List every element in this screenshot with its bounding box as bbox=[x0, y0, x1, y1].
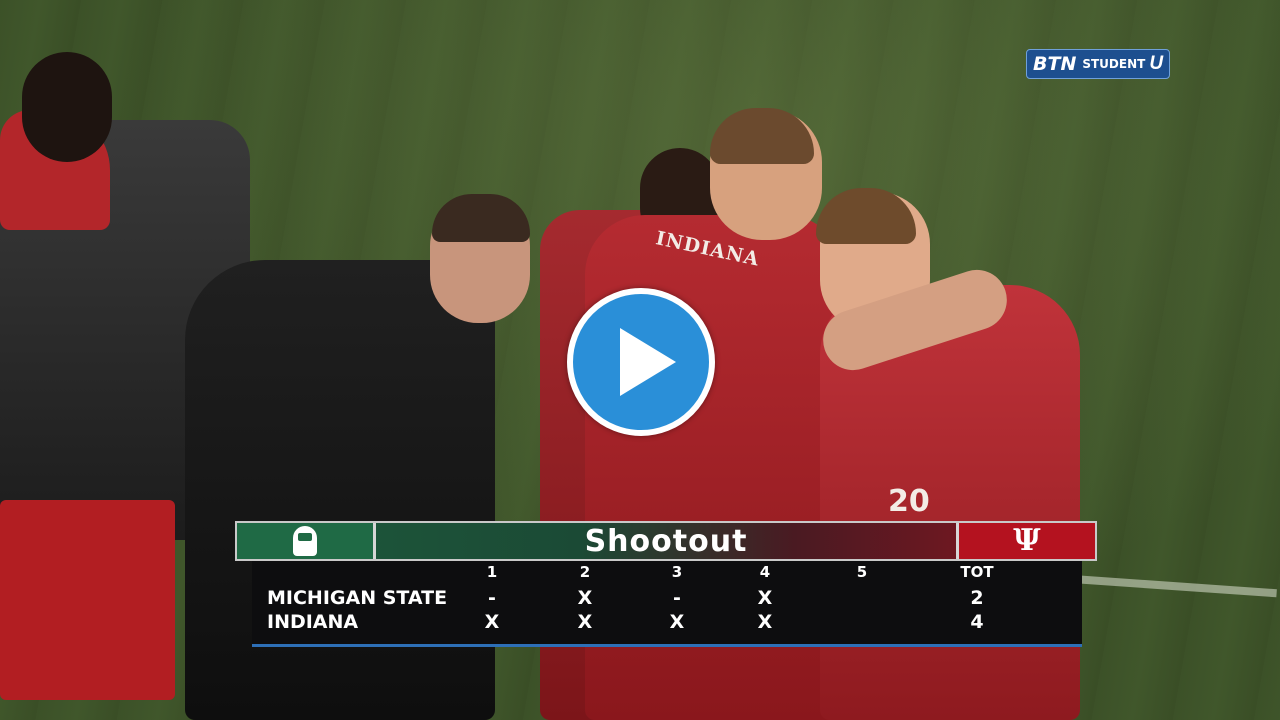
player-center-hair bbox=[710, 108, 814, 164]
btn-student-u-logo: BTN STUDENT U bbox=[1026, 49, 1171, 79]
kick-result: - bbox=[673, 587, 681, 609]
total-score: 4 bbox=[970, 611, 984, 633]
column-header: 4 bbox=[759, 563, 771, 581]
coach-left-shorts bbox=[0, 500, 175, 700]
total-score: 2 bbox=[970, 587, 984, 609]
column-header: 3 bbox=[671, 563, 683, 581]
kick-result: X bbox=[669, 611, 685, 633]
iu-trident-icon: Ψ bbox=[1013, 523, 1041, 558]
column-header-total: TOT bbox=[960, 563, 994, 581]
kick-result: X bbox=[757, 587, 773, 609]
column-header: 2 bbox=[579, 563, 591, 581]
btn-logo-mark: BTN bbox=[1033, 53, 1077, 75]
team-name: MICHIGAN STATE bbox=[267, 587, 448, 609]
kick-result: X bbox=[757, 611, 773, 633]
btn-logo-letter: U bbox=[1149, 53, 1164, 74]
btn-logo-sub: STUDENT bbox=[1082, 57, 1146, 71]
kick-result: X bbox=[577, 611, 593, 633]
michigan-state-logo bbox=[237, 523, 376, 559]
kick-result: - bbox=[488, 587, 496, 609]
coach-middle bbox=[185, 260, 495, 720]
kick-result: X bbox=[577, 587, 593, 609]
team-name: INDIANA bbox=[267, 611, 359, 633]
table-row: MICHIGAN STATE - X - X 2 bbox=[252, 587, 1082, 611]
column-header: 5 bbox=[856, 563, 868, 581]
scoreboard-columns: 1 2 3 4 5 TOT bbox=[252, 563, 1082, 583]
spartan-helmet-icon bbox=[293, 526, 317, 556]
jersey-number: 20 bbox=[888, 484, 930, 519]
scoreboard-table: 1 2 3 4 5 TOT MICHIGAN STATE - X - X 2 I… bbox=[252, 561, 1082, 647]
play-button[interactable] bbox=[567, 288, 715, 436]
scoreboard-header: Ψ Shootout bbox=[235, 521, 1097, 561]
indiana-logo: Ψ bbox=[956, 523, 1095, 559]
coach-middle-hair bbox=[432, 194, 530, 242]
table-row: INDIANA X X X X 4 bbox=[252, 611, 1082, 635]
coach-left-head bbox=[22, 52, 112, 162]
play-icon bbox=[620, 328, 676, 396]
kick-result: X bbox=[484, 611, 500, 633]
column-header: 1 bbox=[486, 563, 498, 581]
